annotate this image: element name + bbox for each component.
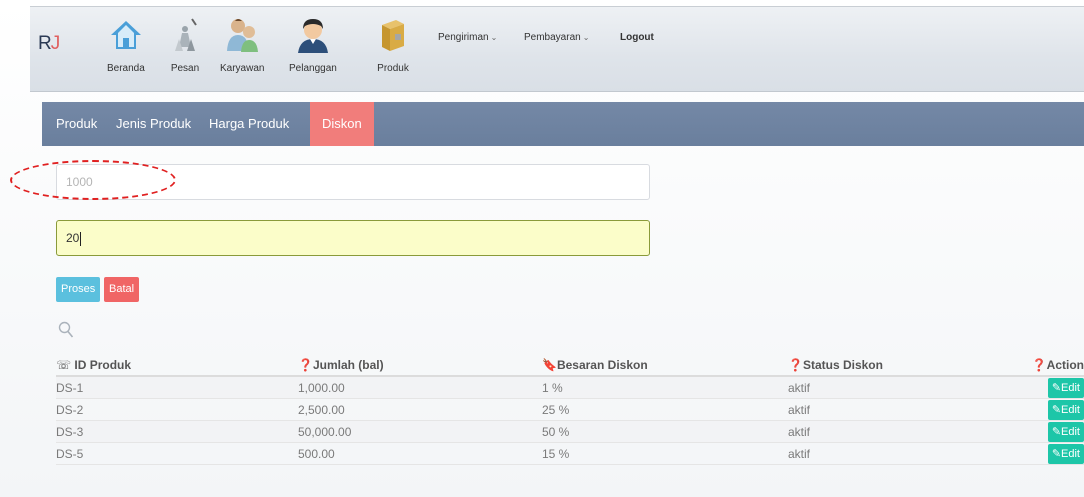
- product-box-icon: [375, 15, 411, 55]
- nav-item-produk[interactable]: Produk: [375, 15, 411, 74]
- text-caret: [80, 231, 82, 246]
- cell-status: aktif: [788, 380, 811, 395]
- edit-button[interactable]: ✎Edit: [1047, 377, 1084, 398]
- cell-status: aktif: [788, 402, 811, 417]
- nav-item-beranda[interactable]: Beranda: [107, 15, 145, 74]
- messages-icon: [167, 15, 203, 55]
- header-besaran-diskon[interactable]: 🔖Besaran Diskon: [542, 358, 788, 372]
- table-row: DS-5 500.00 15 % aktif ✎Edit: [56, 443, 1084, 465]
- nav-item-label: Produk: [377, 63, 409, 74]
- pencil-icon: ✎: [1051, 425, 1062, 438]
- tab-harga-produk[interactable]: Harga Produk: [197, 102, 301, 146]
- header-label: ID Produk: [74, 358, 132, 372]
- cell-diskon: 50 %: [542, 424, 570, 439]
- pembayaran-dropdown[interactable]: Pembayaran ⌄: [524, 32, 589, 43]
- pencil-icon: ✎: [1051, 381, 1062, 394]
- cell-jumlah: 50,000.00: [298, 424, 352, 439]
- cell-jumlah: 500.00: [298, 446, 335, 461]
- edit-button[interactable]: ✎Edit: [1047, 399, 1084, 420]
- edit-button[interactable]: ✎Edit: [1047, 443, 1084, 464]
- header-label: Jumlah (bal): [312, 358, 384, 372]
- jumlah-input[interactable]: 1000: [56, 164, 650, 200]
- edit-label: Edit: [1061, 381, 1080, 394]
- cell-action: ✎Edit: [1040, 421, 1084, 442]
- nav-item-label: Beranda: [107, 63, 145, 74]
- cell-jumlah: 1,000.00: [298, 380, 345, 395]
- search-icon[interactable]: [58, 321, 74, 344]
- cell-status: aktif: [788, 446, 811, 461]
- brand-letter-r: R: [38, 33, 52, 54]
- header-id-produk[interactable]: ☏ ID Produk: [56, 358, 298, 372]
- cell-action: ✎Edit: [1040, 399, 1084, 420]
- discount-table: ☏ ID Produk ❓Jumlah (bal) 🔖Besaran Disko…: [56, 355, 1084, 465]
- cell-id: DS-5: [56, 446, 84, 461]
- nav-item-pesan[interactable]: Pesan: [167, 15, 203, 74]
- cell-id: DS-2: [56, 402, 84, 417]
- diskon-input[interactable]: 20: [56, 220, 650, 256]
- bookmark-icon: 🔖: [542, 358, 557, 372]
- employees-icon: [224, 15, 260, 55]
- tab-diskon[interactable]: Diskon: [310, 102, 374, 146]
- question-circle-icon: ❓: [298, 358, 313, 372]
- nav-item-label: Pesan: [170, 63, 200, 74]
- tab-produk[interactable]: Produk: [44, 102, 109, 146]
- logout-link[interactable]: Logout: [620, 32, 654, 43]
- cell-action: ✎Edit: [1040, 443, 1084, 464]
- question-circle-icon: ❓: [1031, 358, 1047, 372]
- proses-button[interactable]: Proses: [56, 277, 101, 302]
- megaphone-icon: ☏: [56, 358, 72, 372]
- edit-button[interactable]: ✎Edit: [1047, 421, 1084, 442]
- customer-icon: [295, 15, 331, 55]
- nav-item-label: Karyawan: [220, 63, 265, 74]
- cell-id: DS-1: [56, 380, 84, 395]
- tab-jenis-produk[interactable]: Jenis Produk: [104, 102, 203, 146]
- chevron-down-icon: ⌄: [490, 33, 498, 42]
- pengiriman-label: Pengiriman: [438, 32, 489, 43]
- top-navbar: RJ Beranda Pesan Karyawan Pelanggan Prod…: [30, 6, 1084, 92]
- header-label: Status Diskon: [802, 358, 883, 372]
- home-icon: [108, 15, 144, 55]
- cell-action: ✎Edit: [1040, 377, 1084, 398]
- edit-label: Edit: [1061, 447, 1080, 460]
- header-action: ❓ Action: [1032, 358, 1084, 372]
- sub-navigation: Produk Jenis Produk Harga Produk Diskon: [42, 102, 1084, 146]
- cell-id: DS-3: [56, 424, 84, 439]
- table-row: DS-3 50,000.00 50 % aktif ✎Edit: [56, 421, 1084, 443]
- cell-status: aktif: [788, 424, 811, 439]
- nav-item-pelanggan[interactable]: Pelanggan: [289, 15, 337, 74]
- question-circle-icon: ❓: [788, 358, 803, 372]
- cell-diskon: 25 %: [542, 402, 570, 417]
- cell-jumlah: 2,500.00: [298, 402, 345, 417]
- cell-diskon: 15 %: [542, 446, 570, 461]
- header-status-diskon[interactable]: ❓Status Diskon: [788, 358, 1040, 372]
- header-jumlah[interactable]: ❓Jumlah (bal): [298, 358, 542, 372]
- table-row: DS-2 2,500.00 25 % aktif ✎Edit: [56, 399, 1084, 421]
- edit-label: Edit: [1061, 425, 1080, 438]
- batal-button[interactable]: Batal: [104, 277, 140, 302]
- table-header: ☏ ID Produk ❓Jumlah (bal) 🔖Besaran Disko…: [56, 355, 1084, 377]
- edit-label: Edit: [1061, 403, 1080, 416]
- header-label: Besaran Diskon: [556, 358, 648, 372]
- brand-logo[interactable]: RJ: [38, 33, 60, 55]
- pencil-icon: ✎: [1051, 403, 1062, 416]
- brand-letter-j: J: [50, 33, 60, 54]
- table-row: DS-1 1,000.00 1 % aktif ✎Edit: [56, 377, 1084, 399]
- header-label: Action: [1046, 358, 1084, 372]
- pencil-icon: ✎: [1051, 447, 1062, 460]
- nav-item-karyawan[interactable]: Karyawan: [220, 15, 264, 74]
- pengiriman-dropdown[interactable]: Pengiriman ⌄: [438, 32, 497, 43]
- pembayaran-label: Pembayaran: [524, 32, 581, 43]
- chevron-down-icon: ⌄: [582, 33, 590, 42]
- cell-diskon: 1 %: [542, 380, 563, 395]
- diskon-input-value: 20: [66, 231, 80, 245]
- nav-item-label: Pelanggan: [289, 63, 337, 74]
